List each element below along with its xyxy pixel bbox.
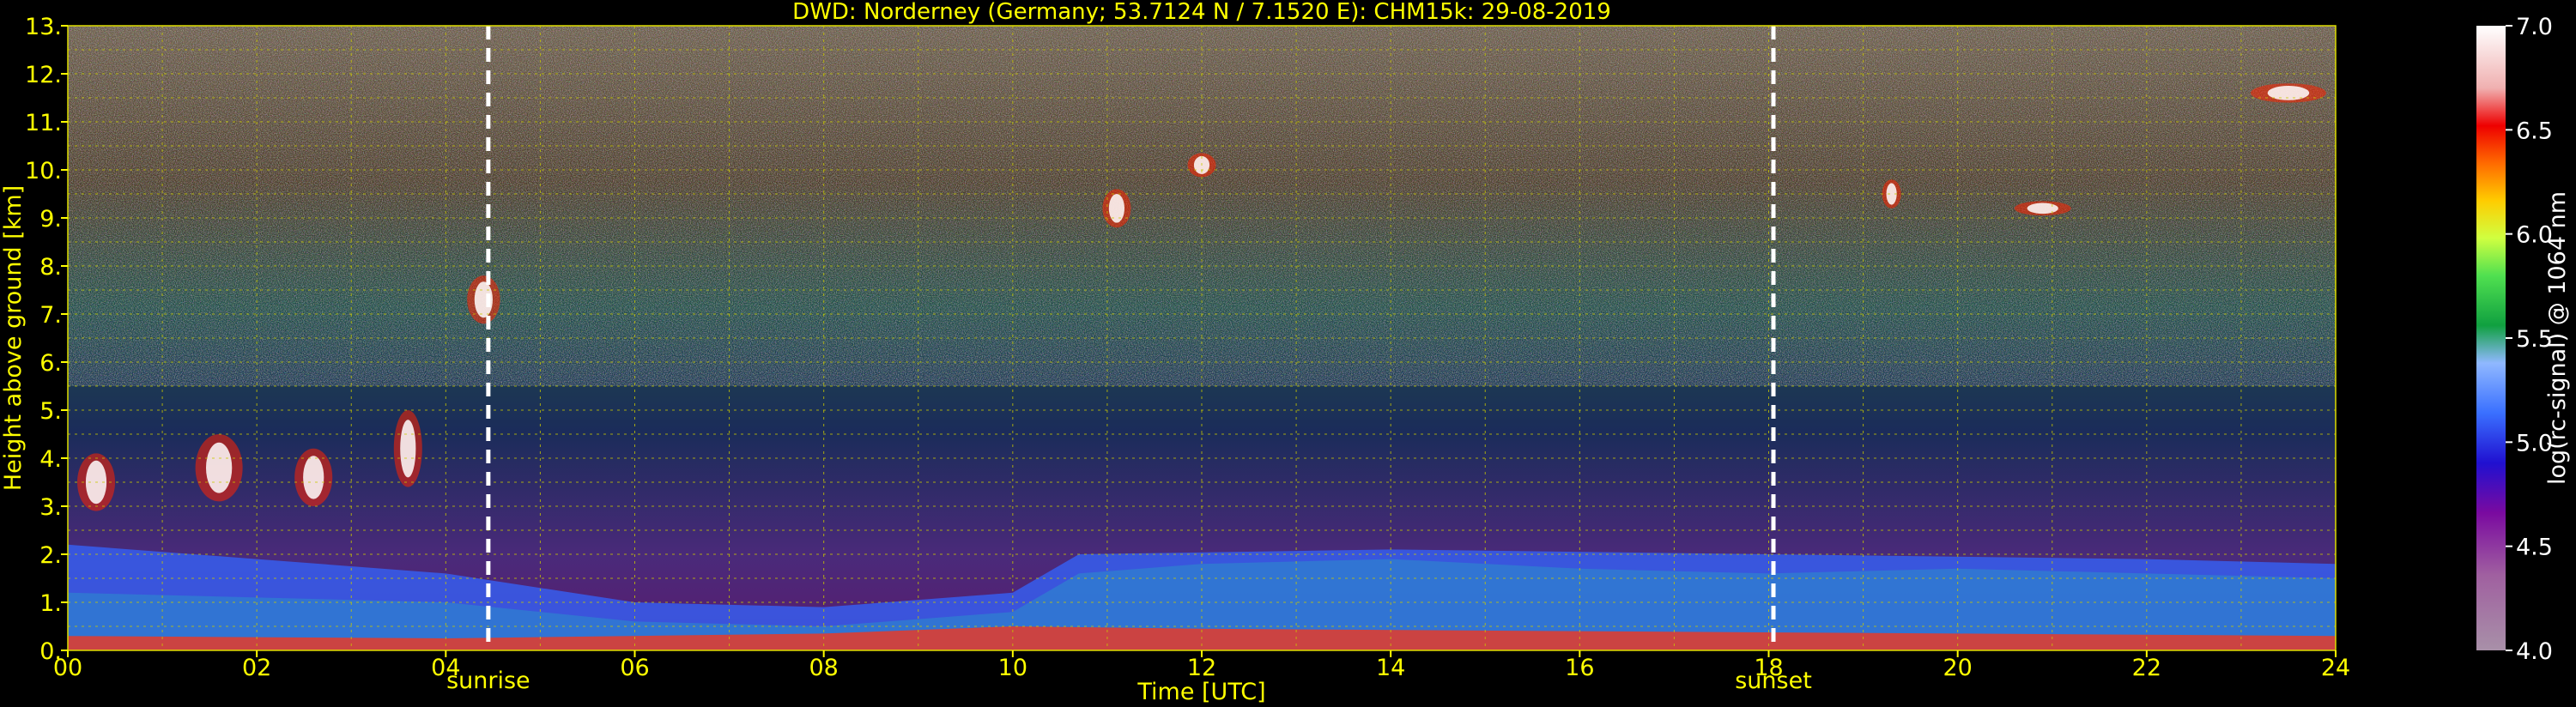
y-tick-label: 10. [25, 158, 62, 184]
colorbar-gradient [2476, 26, 2506, 650]
y-tick-label: 2. [39, 542, 62, 569]
sunrise-label: sunrise [446, 668, 530, 694]
x-axis-ticks: 00 02 04 06 08 10 12 14 16 18 20 22 24 [53, 650, 2350, 681]
y-tick-label: 9. [39, 206, 62, 233]
y-tick-label: 8. [39, 254, 62, 281]
ceilometer-chart: 00 02 04 06 08 10 12 14 16 18 20 22 24 0.1.2.3.4.5.6… [0, 0, 2571, 705]
y-tick-label: 4. [39, 446, 62, 473]
y-tick-label: 1. [39, 590, 62, 617]
y-tick-label: 3. [39, 494, 62, 521]
y-tick-label: 7. [39, 302, 62, 329]
y-tick-label: 0. [39, 638, 62, 665]
colorbar-tick-label: 4.0 [2516, 638, 2553, 665]
y-axis-label: Height above ground [km] [0, 185, 27, 491]
cloud-core [205, 442, 233, 493]
colorbar-tick-label: 7.0 [2516, 14, 2553, 40]
event-labels: sunrise sunset [446, 668, 1812, 694]
x-tick-label: 20 [1943, 655, 1972, 681]
x-axis-label: Time [UTC] [1136, 679, 1265, 705]
colorbar-tick-label: 6.5 [2516, 118, 2553, 144]
y-tick-label: 5. [39, 398, 62, 425]
x-tick-label: 22 [2132, 655, 2161, 681]
x-tick-label: 10 [998, 655, 1027, 681]
cloud-core [400, 420, 416, 478]
sunset-label: sunset [1735, 668, 1812, 694]
cloud-core [1108, 194, 1125, 223]
y-tick-label: 11. [25, 110, 62, 136]
colorbar-label: log(rc-signal) @ 1064 nm [2544, 191, 2571, 485]
cloud-core [2027, 202, 2058, 215]
chart-title: DWD: Norderney (Germany; 53.7124 N / 7.1… [792, 0, 1611, 25]
x-tick-label: 02 [242, 655, 271, 681]
x-tick-label: 24 [2321, 655, 2350, 681]
colorbar: 4.04.55.05.56.06.57.0 log(rc-signal) @ 1… [2476, 14, 2571, 665]
x-tick-label: 08 [809, 655, 838, 681]
y-axis-ticks: 0. 1. 2. 3. 4. 5. 6. 7. 8. 9. 10. 11. 12. 13. [25, 14, 68, 665]
x-tick-label: 16 [1565, 655, 1594, 681]
y-tick-label: 13. [25, 14, 62, 40]
colorbar-tick-label: 4.5 [2516, 535, 2553, 561]
plot-area [67, 25, 2337, 651]
cloud-core [303, 456, 324, 499]
x-tick-label: 14 [1376, 655, 1405, 681]
y-tick-label: 6. [39, 350, 62, 377]
x-tick-label: 12 [1187, 655, 1216, 681]
x-tick-label: 06 [620, 655, 649, 681]
y-tick-label: 12. [25, 62, 62, 88]
